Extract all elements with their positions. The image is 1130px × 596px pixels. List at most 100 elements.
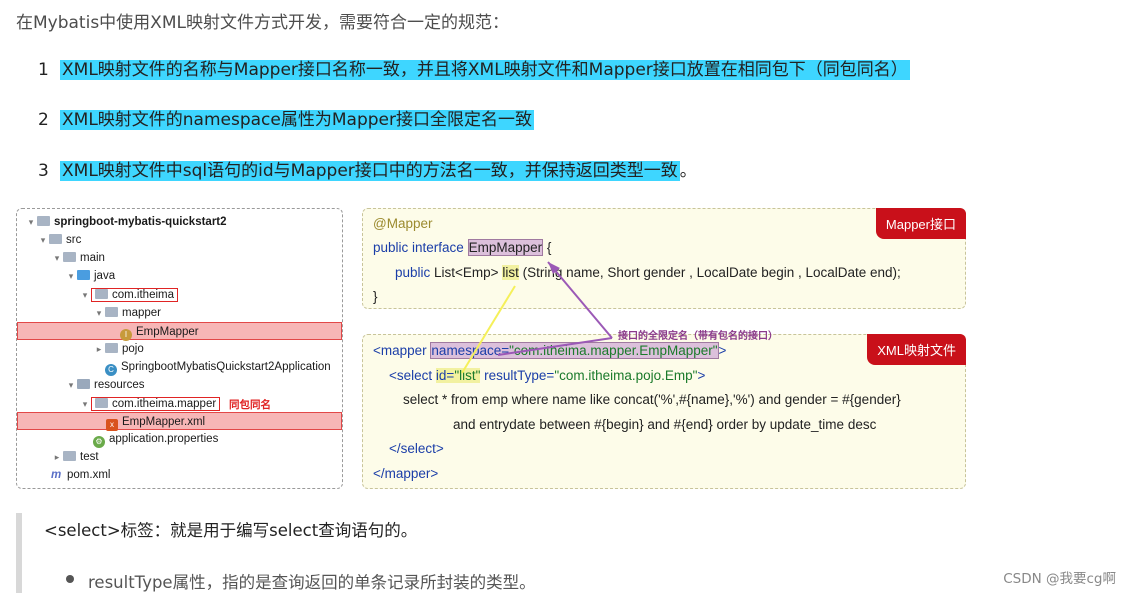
mapper-interface-badge: Mapper接口 <box>875 208 966 239</box>
brace: { <box>543 240 552 255</box>
tree-label: java <box>94 270 116 282</box>
rule-text: XML映射文件的名称与Mapper接口名称一致，并且将XML映射文件和Mappe… <box>60 60 910 80</box>
maven-icon: m <box>51 469 62 481</box>
sql-line-2: and entrydate between #{begin} and #{end… <box>453 417 877 432</box>
tree-label: main <box>80 252 105 264</box>
select-tag-description: <select>标签：就是用于编写select查询语句的。 <box>44 521 418 540</box>
package-icon <box>105 307 118 317</box>
rule-number: 1 <box>38 60 49 80</box>
tree-label: com.itheima.mapper <box>112 398 217 410</box>
tree-label: SpringbootMybatisQuickstart2Application <box>121 361 331 373</box>
folder-icon <box>49 234 62 244</box>
tree-item-java[interactable]: ▾ java <box>65 267 390 285</box>
tree-label: application.properties <box>109 433 219 445</box>
tree-item-emp-mapper-xml[interactable]: x EmpMapper.xml <box>17 412 342 431</box>
method-name: list <box>502 265 519 280</box>
rule-3: 3 XML映射文件中sql语句的id与Mapper接口中的方法名一致，并保持返回类… <box>38 158 697 184</box>
tag: <mapper <box>373 343 431 358</box>
rule-text: XML映射文件的namespace属性为Mapper接口全限定名一致 <box>60 110 534 130</box>
folder-icon <box>63 451 76 461</box>
chevron-down-icon[interactable]: ▾ <box>65 267 77 285</box>
mapper-close-tag: </mapper> <box>373 466 439 481</box>
tree-label: resources <box>94 379 145 391</box>
result-type-description: resultType属性，指的是查询返回的单条记录所封装的类型。 <box>88 573 536 592</box>
namespace-attr: namespace= <box>431 343 510 358</box>
project-tree: ▾ springboot-mybatis-quickstart2 ▾ src ▾ ma… <box>16 208 343 489</box>
package-icon <box>105 343 118 353</box>
tree-item-emp-mapper[interactable]: I EmpMapper <box>17 322 342 341</box>
tree-item-pom[interactable]: m pom.xml <box>51 466 376 484</box>
method-decl-line: public List<Emp> list (String name, Shor… <box>395 262 901 284</box>
id-attr: id= <box>435 368 455 383</box>
tree-label: test <box>80 451 99 463</box>
chevron-down-icon[interactable]: ▾ <box>79 286 91 304</box>
mapper-open-tag: <mapper namespace="com.itheima.mapper.Em… <box>373 340 726 362</box>
result-type-attr: resultType= <box>480 368 555 383</box>
tree-label: src <box>66 234 82 246</box>
select-close-tag: </select> <box>389 441 444 456</box>
chevron-right-icon[interactable]: ▸ <box>51 448 63 466</box>
xml-mapper-badge: XML映射文件 <box>867 334 966 365</box>
chevron-right-icon[interactable]: ▸ <box>93 340 105 358</box>
bullet-icon <box>66 575 74 583</box>
annotation-line: @Mapper <box>373 216 433 231</box>
result-type-value: "com.itheima.pojo.Emp" <box>554 368 698 383</box>
folder-icon <box>95 398 108 408</box>
closing-brace: } <box>373 289 378 304</box>
chevron-down-icon[interactable]: ▾ <box>51 249 63 267</box>
quote-bar <box>16 513 22 593</box>
tree-item-mapper[interactable]: ▾ mapper <box>93 304 161 322</box>
spring-app-icon: C <box>105 364 117 376</box>
namespace-value: "com.itheima.mapper.EmpMapper" <box>509 343 718 358</box>
tree-item-res-pkg[interactable]: ▾ com.itheima.mapper <box>79 395 221 413</box>
chevron-down-icon[interactable]: ▾ <box>79 395 91 413</box>
keyword: public <box>395 265 435 280</box>
interface-decl-line: public interface EmpMapper { <box>373 237 551 259</box>
folder-icon <box>37 216 50 226</box>
tree-label: springboot-mybatis-quickstart2 <box>54 216 227 228</box>
chevron-down-icon[interactable]: ▾ <box>93 304 105 322</box>
tree-item-test[interactable]: ▸ test <box>51 448 376 466</box>
tree-label: EmpMapper <box>136 326 199 338</box>
tree-label: com.itheima <box>112 289 174 301</box>
rule-text: XML映射文件中sql语句的id与Mapper接口中的方法名一致，并保持返回类型… <box>60 161 680 181</box>
method-args: (String name, Short gender , LocalDate b… <box>518 265 901 280</box>
tree-label: pom.xml <box>67 469 111 481</box>
tree-label: pojo <box>122 343 144 355</box>
watermark: CSDN @我要cg啊 <box>1003 571 1116 587</box>
properties-file-icon: ⚙ <box>93 436 105 448</box>
rule-2: 2 XML映射文件的namespace属性为Mapper接口全限定名一致 <box>38 107 534 133</box>
tree-item-resources[interactable]: ▾ resources <box>65 376 390 394</box>
package-icon <box>95 289 108 299</box>
tree-item-main[interactable]: ▾ main <box>51 249 376 267</box>
chevron-down-icon[interactable]: ▾ <box>25 213 37 231</box>
id-value: "list" <box>454 368 481 383</box>
intro-text: 在Mybatis中使用XML映射文件方式开发，需要符合一定的规范： <box>16 13 509 33</box>
mapper-interface-card: Mapper接口 @Mapper public interface EmpMap… <box>362 208 966 309</box>
same-package-label: 同包同名 <box>229 399 271 411</box>
tag: > <box>697 368 706 383</box>
folder-icon <box>77 270 90 280</box>
package-highlight: com.itheima.mapper <box>91 397 221 411</box>
chevron-down-icon[interactable]: ▾ <box>65 376 77 394</box>
fully-qualified-name-note: 接口的全限定名（带有包名的接口） <box>618 331 778 342</box>
tree-item-src[interactable]: ▾ src <box>37 231 362 249</box>
chevron-down-icon[interactable]: ▾ <box>37 231 49 249</box>
tree-item-pkg[interactable]: ▾ com.itheima <box>79 286 178 304</box>
resources-folder-icon <box>77 379 90 389</box>
keyword: public interface <box>373 240 468 255</box>
rule-1: 1 XML映射文件的名称与Mapper接口名称一致，并且将XML映射文件和Mapp… <box>38 57 910 83</box>
rule-number: 3 <box>38 161 49 181</box>
tree-label: EmpMapper.xml <box>122 416 206 428</box>
rule-number: 2 <box>38 110 49 130</box>
return-type: List<Emp> <box>434 265 503 280</box>
sql-line-1: select * from emp where name like concat… <box>403 392 901 407</box>
folder-icon <box>63 252 76 262</box>
tree-item-root[interactable]: ▾ springboot-mybatis-quickstart2 <box>25 213 350 231</box>
tag: <select <box>389 368 436 383</box>
tag: > <box>718 343 727 358</box>
package-highlight: com.itheima <box>91 288 178 302</box>
interface-name: EmpMapper <box>467 239 544 256</box>
xml-mapper-card: XML映射文件 <mapper namespace="com.itheima.m… <box>362 334 966 489</box>
tree-label: mapper <box>122 307 161 319</box>
